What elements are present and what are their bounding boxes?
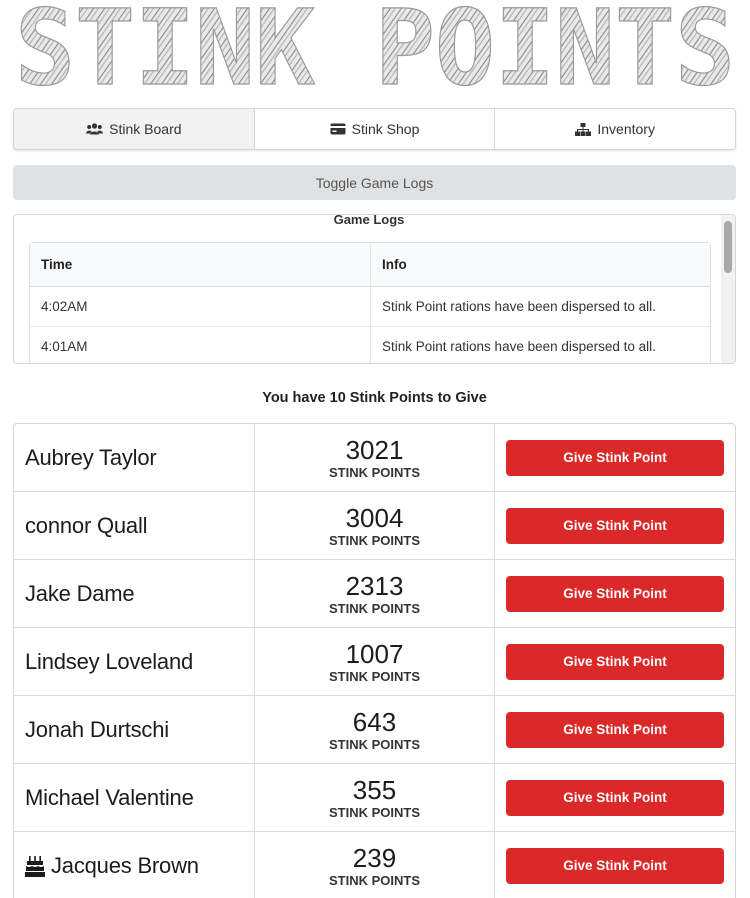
action-cell: Give Stink Point bbox=[495, 492, 735, 559]
player-points: 239 STINK POINTS bbox=[255, 832, 495, 898]
toggle-game-logs-button[interactable]: Toggle Game Logs bbox=[13, 165, 736, 200]
action-cell: Give Stink Point bbox=[495, 560, 735, 627]
log-time: 4:01AM bbox=[30, 327, 371, 363]
give-stink-point-button[interactable]: Give Stink Point bbox=[506, 711, 724, 748]
stink-board: Aubrey Taylor 3021 STINK POINTS Give Sti… bbox=[13, 423, 736, 898]
points-to-give-heading: You have 10 Stink Points to Give bbox=[262, 390, 487, 406]
log-info: Stink Point rations have been dispersed … bbox=[371, 287, 710, 327]
points-label: STINK POINTS bbox=[328, 805, 420, 820]
game-logs-panel[interactable]: Game Logs Time Info 4:02AM Stink Point r… bbox=[13, 214, 736, 364]
give-stink-point-button[interactable]: Give Stink Point bbox=[506, 507, 724, 544]
player-row: Lindsey Loveland 1007 STINK POINTS Give … bbox=[14, 628, 735, 696]
points-value: 3004 bbox=[345, 503, 404, 533]
player-row: Jonah Durtschi 643 STINK POINTS Give Sti… bbox=[14, 696, 735, 764]
player-row: Jacques Brown 239 STINK POINTS Give Stin… bbox=[14, 832, 735, 898]
sitemap-icon bbox=[575, 122, 592, 136]
points-label: STINK POINTS bbox=[328, 533, 420, 548]
player-points: 643 STINK POINTS bbox=[255, 696, 495, 763]
points-value: 3021 bbox=[345, 435, 404, 465]
log-time: 4:02AM bbox=[30, 287, 371, 327]
points-value: 355 bbox=[352, 775, 397, 805]
player-row: Michael Valentine 355 STINK POINTS Give … bbox=[14, 764, 735, 832]
player-name: Jacques Brown bbox=[51, 852, 199, 878]
player-row: Aubrey Taylor 3021 STINK POINTS Give Sti… bbox=[14, 424, 735, 492]
give-stink-point-button[interactable]: Give Stink Point bbox=[506, 575, 724, 612]
action-cell: Give Stink Point bbox=[495, 832, 735, 898]
app-logo: STINK POINTS bbox=[0, 0, 750, 96]
player-name: Lindsey Loveland bbox=[14, 628, 255, 695]
tab-label: Inventory bbox=[597, 121, 655, 137]
player-points: 3021 STINK POINTS bbox=[255, 424, 495, 491]
table-row: 4:01AM Stink Point rations have been dis… bbox=[30, 327, 710, 363]
points-label: STINK POINTS bbox=[328, 465, 420, 480]
player-row: connor Quall 3004 STINK POINTS Give Stin… bbox=[14, 492, 735, 560]
column-header-time: Time bbox=[30, 243, 371, 287]
give-stink-point-button[interactable]: Give Stink Point bbox=[506, 847, 724, 884]
action-cell: Give Stink Point bbox=[495, 764, 735, 831]
points-value: 2313 bbox=[345, 571, 404, 601]
tab-stink-shop[interactable]: Stink Shop bbox=[255, 109, 496, 149]
player-points: 355 STINK POINTS bbox=[255, 764, 495, 831]
player-name: Jake Dame bbox=[14, 560, 255, 627]
points-label: STINK POINTS bbox=[328, 873, 420, 888]
player-points: 2313 STINK POINTS bbox=[255, 560, 495, 627]
tab-inventory[interactable]: Inventory bbox=[495, 109, 735, 149]
tab-label: Stink Board bbox=[109, 121, 182, 137]
give-stink-point-button[interactable]: Give Stink Point bbox=[506, 439, 724, 476]
action-cell: Give Stink Point bbox=[495, 424, 735, 491]
action-cell: Give Stink Point bbox=[495, 696, 735, 763]
table-row: 4:02AM Stink Point rations have been dis… bbox=[30, 287, 710, 327]
logs-scrollbar[interactable] bbox=[721, 215, 735, 363]
player-points: 1007 STINK POINTS bbox=[255, 628, 495, 695]
log-info: Stink Point rations have been dispersed … bbox=[371, 327, 710, 363]
tab-label: Stink Shop bbox=[351, 121, 420, 137]
points-label: STINK POINTS bbox=[328, 601, 420, 616]
player-name-cell: Jacques Brown bbox=[14, 832, 255, 898]
player-name: Jonah Durtschi bbox=[14, 696, 255, 763]
give-stink-point-button[interactable]: Give Stink Point bbox=[506, 779, 724, 816]
action-cell: Give Stink Point bbox=[495, 628, 735, 695]
scrollbar-thumb[interactable] bbox=[724, 221, 732, 273]
app-title: STINK POINTS bbox=[15, 0, 735, 96]
column-header-info: Info bbox=[371, 243, 710, 287]
main-tabs: Stink Board Stink Shop Inventory bbox=[13, 108, 736, 150]
users-icon bbox=[86, 123, 104, 135]
player-name: Michael Valentine bbox=[14, 764, 255, 831]
points-value: 239 bbox=[352, 843, 397, 873]
points-label: STINK POINTS bbox=[328, 737, 420, 752]
player-points: 3004 STINK POINTS bbox=[255, 492, 495, 559]
points-label: STINK POINTS bbox=[328, 669, 420, 684]
player-row: Jake Dame 2313 STINK POINTS Give Stink P… bbox=[14, 560, 735, 628]
tab-stink-board[interactable]: Stink Board bbox=[14, 109, 255, 149]
game-logs-title: Game Logs bbox=[333, 214, 405, 227]
points-value: 643 bbox=[352, 707, 397, 737]
game-logs-table: Time Info 4:02AM Stink Point rations hav… bbox=[29, 242, 711, 363]
points-value: 1007 bbox=[345, 639, 404, 669]
credit-card-icon bbox=[330, 123, 346, 135]
birthday-cake-icon bbox=[25, 855, 45, 877]
player-name: connor Quall bbox=[14, 492, 255, 559]
give-stink-point-button[interactable]: Give Stink Point bbox=[506, 643, 724, 680]
player-name: Aubrey Taylor bbox=[14, 424, 255, 491]
